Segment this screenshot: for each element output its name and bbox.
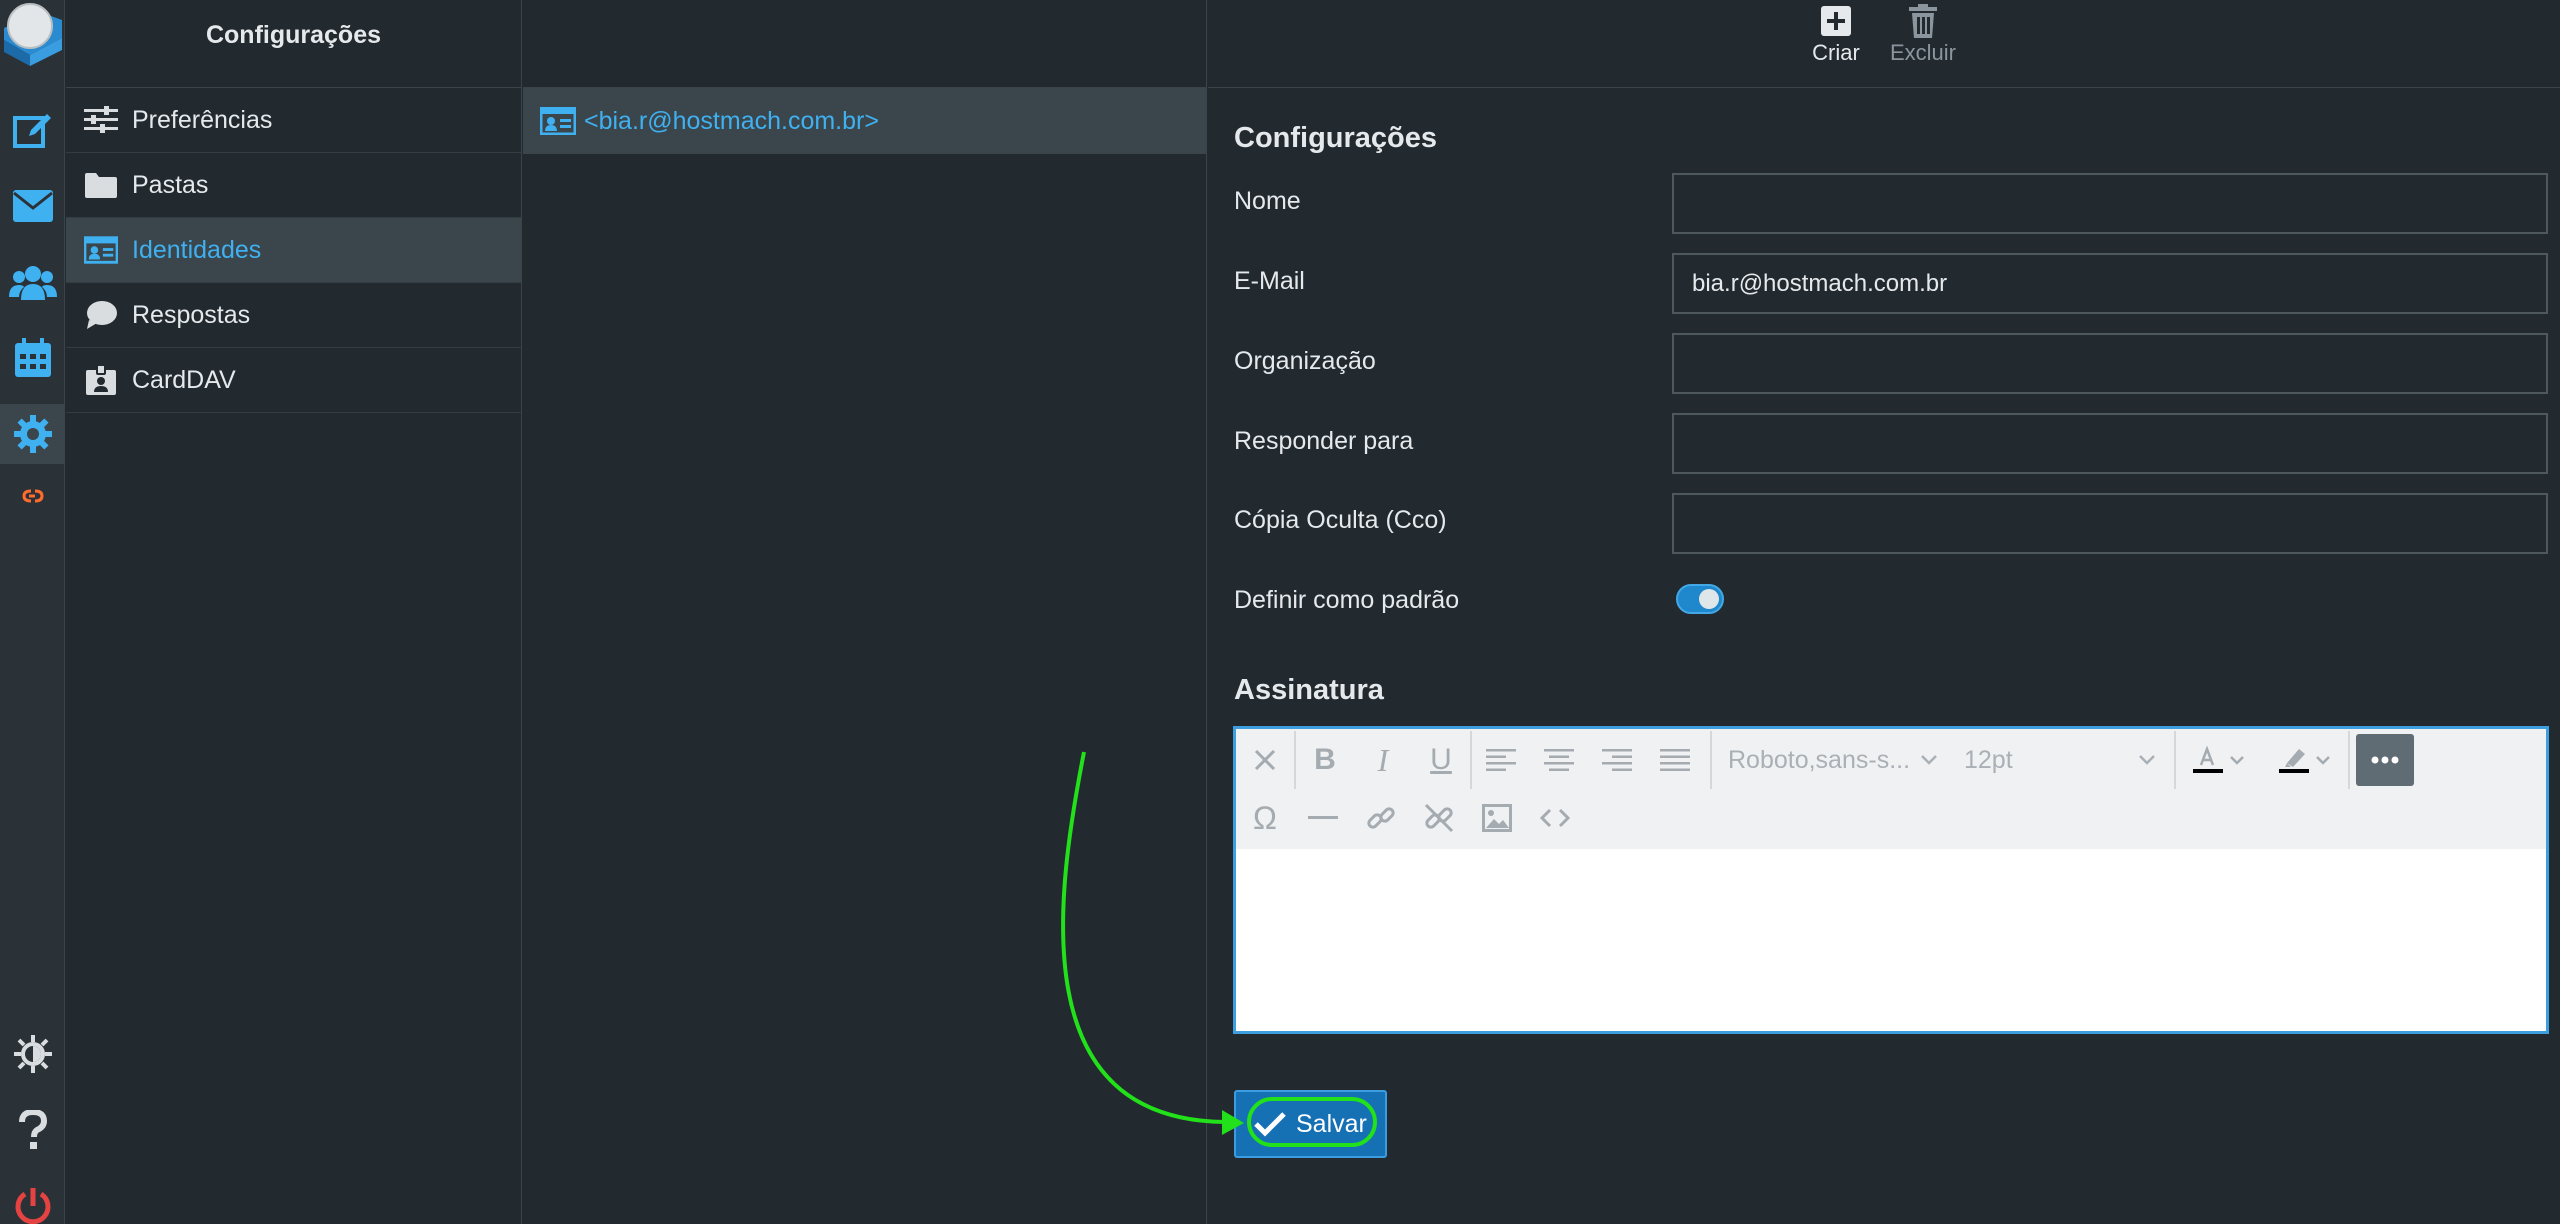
calendar-icon[interactable]	[0, 328, 65, 388]
underline-icon[interactable]: U	[1412, 731, 1470, 789]
app-logo[interactable]	[0, 0, 65, 70]
checkmark-icon	[1254, 1107, 1288, 1141]
email-label: E-Mail	[1234, 267, 1305, 295]
cpanel-icon[interactable]	[0, 466, 65, 526]
align-left-icon[interactable]	[1472, 731, 1530, 789]
link-icon[interactable]	[1352, 789, 1410, 847]
editor-toolbar-row-1: B I U Roboto,sans-s... 12pt	[1236, 731, 2414, 789]
sliders-icon	[84, 103, 118, 137]
ellipsis-icon	[2371, 756, 2399, 764]
trash-icon	[1878, 2, 1968, 40]
delete-label: Excluir	[1889, 40, 1956, 65]
sidebar-item-folders[interactable]: Pastas	[66, 153, 521, 218]
editor-toolbar-row-2: Ω	[1236, 789, 1584, 847]
chevron-down-icon	[2230, 756, 2244, 765]
signature-editor-body[interactable]	[1236, 849, 2546, 1031]
sidebar-title: Configurações	[66, 0, 521, 88]
font-family-value: Roboto,sans-s...	[1728, 745, 1911, 774]
align-justify-icon[interactable]	[1646, 731, 1704, 789]
bcc-input[interactable]	[1672, 493, 2548, 554]
id-card-icon	[540, 106, 576, 136]
signature-editor: B I U Roboto,sans-s... 12pt Ω	[1233, 726, 2549, 1034]
more-options-button[interactable]	[2356, 734, 2414, 786]
identities-list-header	[523, 0, 1206, 88]
source-code-icon[interactable]	[1526, 789, 1584, 847]
roundcube-app: Configurações Preferências Pastas Identi…	[0, 0, 2560, 1224]
chevron-down-icon	[1921, 755, 1937, 765]
highlighter-icon	[2279, 749, 2309, 773]
name-input[interactable]	[1672, 173, 2548, 234]
sidebar-item-preferences[interactable]: Preferências	[66, 88, 521, 153]
identity-row[interactable]: <bia.r@hostmach.com.br>	[523, 88, 1206, 154]
logout-power-icon[interactable]	[0, 1176, 65, 1224]
app-rail	[0, 0, 65, 1224]
sidebar-item-label: Preferências	[132, 105, 273, 134]
unlink-icon[interactable]	[1410, 789, 1468, 847]
editor-toolbar: B I U Roboto,sans-s... 12pt Ω	[1236, 729, 2546, 849]
settings-gear-icon[interactable]	[0, 404, 65, 464]
reply-to-input[interactable]	[1672, 413, 2548, 474]
save-label: Salvar	[1296, 1109, 1367, 1138]
chevron-down-icon	[2139, 755, 2155, 765]
settings-section-title: Configurações	[1234, 122, 1438, 154]
chevron-down-icon	[2316, 756, 2330, 765]
bold-icon[interactable]: B	[1296, 731, 1354, 789]
mail-icon[interactable]	[0, 176, 65, 236]
theme-toggle-icon[interactable]	[0, 1024, 65, 1084]
reply-to-label: Responder para	[1234, 427, 1414, 455]
text-color-button[interactable]	[2176, 731, 2262, 789]
organization-input[interactable]	[1672, 333, 2548, 394]
font-family-select[interactable]: Roboto,sans-s...	[1712, 731, 1948, 789]
bcc-label: Cópia Oculta (Cco)	[1234, 506, 1447, 534]
sidebar-item-label: Pastas	[132, 170, 209, 199]
default-toggle[interactable]	[1676, 584, 1724, 614]
sidebar-item-label: Identidades	[132, 235, 262, 264]
organization-label: Organização	[1234, 347, 1376, 375]
highlight-color-button[interactable]	[2262, 731, 2348, 789]
folder-icon	[84, 168, 118, 202]
create-label: Criar	[1812, 40, 1860, 65]
toolbar: Criar Excluir	[1208, 0, 2560, 88]
sidebar-item-carddav[interactable]: CardDAV	[66, 348, 521, 413]
align-center-icon[interactable]	[1530, 731, 1588, 789]
settings-sidebar: Configurações Preferências Pastas Identi…	[66, 0, 522, 1224]
identities-list: <bia.r@hostmach.com.br>	[523, 0, 1207, 1224]
identity-edit-panel: Criar Excluir Configurações Nome E-Mail …	[1208, 0, 2560, 1224]
speech-bubble-icon	[84, 298, 118, 332]
horizontal-rule-icon[interactable]	[1294, 789, 1352, 847]
contacts-icon[interactable]	[0, 252, 65, 312]
sidebar-item-label: Respostas	[132, 300, 251, 329]
signature-section-title: Assinatura	[1234, 674, 1384, 706]
delete-button[interactable]: Excluir	[1878, 2, 1968, 66]
omega-special-char-icon[interactable]: Ω	[1236, 789, 1294, 847]
toggle-knob	[1699, 589, 1719, 609]
font-size-select[interactable]: 12pt	[1948, 731, 2174, 789]
toolbar-divider	[2348, 731, 2350, 789]
sidebar-item-identities[interactable]: Identidades	[66, 218, 521, 283]
identity-row-label: <bia.r@hostmach.com.br>	[584, 106, 879, 135]
id-card-icon	[84, 233, 118, 267]
font-size-value: 12pt	[1964, 745, 2013, 774]
sidebar-item-label: CardDAV	[132, 365, 236, 394]
compose-icon[interactable]	[0, 100, 65, 160]
name-label: Nome	[1234, 187, 1301, 215]
help-icon[interactable]	[0, 1100, 65, 1160]
badge-icon	[84, 363, 118, 397]
sidebar-item-responses[interactable]: Respostas	[66, 283, 521, 348]
email-input[interactable]	[1672, 253, 2548, 314]
plus-square-icon	[1791, 2, 1881, 40]
image-icon[interactable]	[1468, 789, 1526, 847]
text-color-icon	[2193, 745, 2223, 773]
save-button[interactable]: Salvar	[1234, 1090, 1387, 1158]
align-right-icon[interactable]	[1588, 731, 1646, 789]
create-button[interactable]: Criar	[1791, 2, 1881, 66]
default-label: Definir como padrão	[1234, 586, 1460, 614]
italic-icon[interactable]: I	[1354, 731, 1412, 789]
clear-format-icon[interactable]	[1236, 731, 1294, 789]
